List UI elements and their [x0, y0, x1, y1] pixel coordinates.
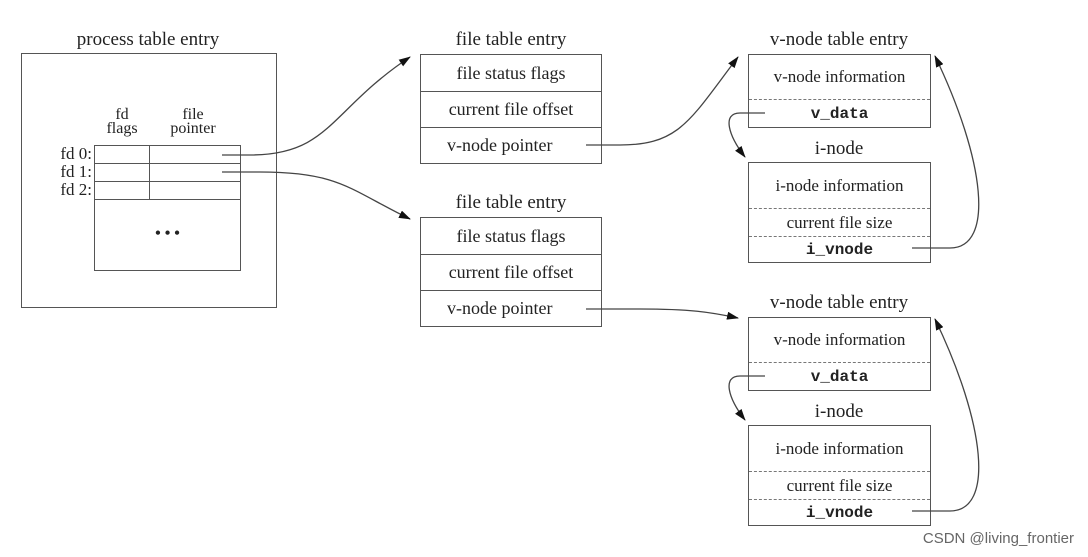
- watermark: CSDN @living_frontier: [922, 530, 1074, 547]
- vnode-pointer-arrow-2: [586, 308, 739, 320]
- vnode-pointer-arrow-1: [586, 56, 739, 146]
- ivnode-arrow-2: [912, 318, 980, 512]
- ivnode-arrow-1: [912, 55, 980, 249]
- vdata-arrow-2: [728, 375, 765, 421]
- vdata-arrow-1: [728, 112, 765, 158]
- fd1-arrow: [222, 171, 411, 220]
- fd0-arrow: [222, 56, 411, 156]
- arrows-layer: [222, 55, 980, 512]
